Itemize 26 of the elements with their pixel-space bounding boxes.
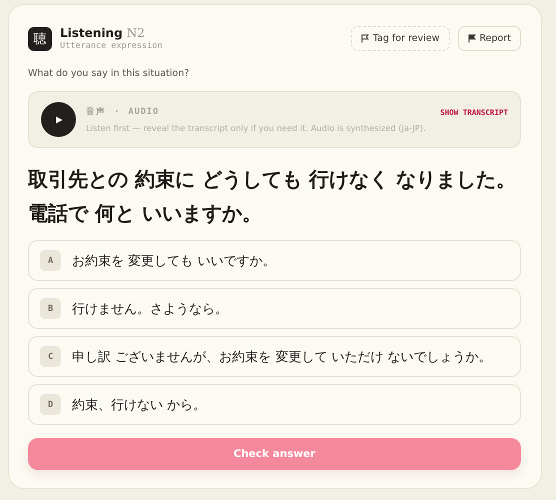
- play-icon: [54, 116, 62, 124]
- option-letter: B: [40, 298, 61, 319]
- flag-icon: [360, 34, 369, 43]
- answer-option[interactable]: B 行けません。さようなら。: [28, 288, 521, 329]
- option-letter: D: [40, 394, 61, 415]
- section-title: Listening: [60, 26, 123, 40]
- audio-note: Listen first — reveal the transcript only if you need it. Audio is synthesized (ja-JP).: [86, 123, 427, 133]
- answer-option[interactable]: A お約束を 変更しても いいですか。: [28, 240, 521, 281]
- option-text: 行けません。さようなら。: [72, 300, 228, 318]
- tag-for-review-button[interactable]: Tag for review: [350, 26, 450, 51]
- prompt-text: What do you say in this situation?: [28, 68, 190, 79]
- answer-option[interactable]: D 約束、行けない から。: [28, 384, 521, 425]
- level-label: N2: [126, 26, 145, 40]
- option-text: お約束を 変更しても いいですか。: [72, 252, 276, 270]
- answer-option[interactable]: C 申し訳 ございませんが、お約束を 変更して いただけ ないでしょうか。: [28, 336, 521, 377]
- option-text: 申し訳 ございませんが、お約束を 変更して いただけ ないでしょうか。: [72, 348, 492, 366]
- report-button[interactable]: Report: [458, 26, 521, 51]
- question-text: 取引先との 約束に どうしても 行けなく なりました。電話で 何と いいますか。: [28, 166, 517, 227]
- flag-icon: [468, 34, 476, 43]
- audio-label: 音声 · AUDIO: [86, 106, 159, 118]
- option-text: 約束、行けない から。: [72, 396, 206, 414]
- section-subtitle: Utterance expression: [60, 41, 162, 51]
- play-button[interactable]: [41, 102, 76, 137]
- option-letter: A: [40, 250, 61, 271]
- app-logo: 聴: [28, 26, 52, 50]
- option-letter: C: [40, 346, 61, 367]
